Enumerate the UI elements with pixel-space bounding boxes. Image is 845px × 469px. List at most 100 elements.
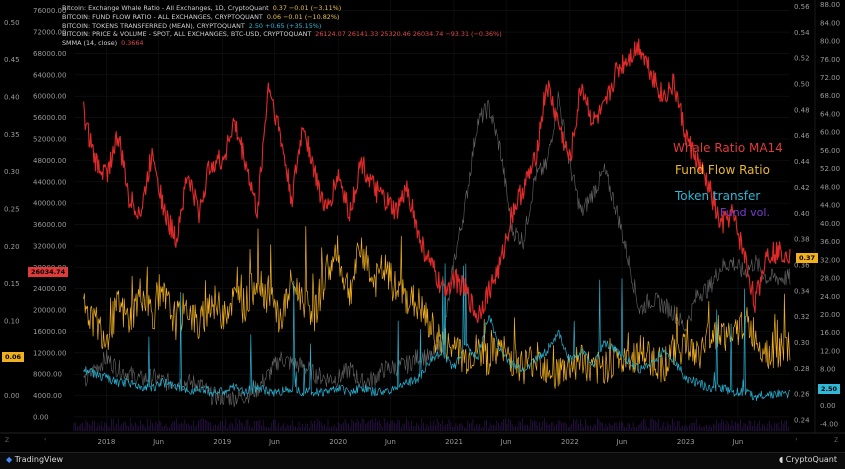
whale-tick-label: 0.44 (794, 158, 810, 166)
ffr-tick-label: 0.30 (4, 168, 20, 176)
token-tick-label: 80.00 (820, 38, 840, 46)
cryptoquant-label: CryptoQuant (785, 455, 837, 464)
token-tick-label: 16.00 (820, 329, 840, 337)
footer-bar: ◆ TradingView ◖ CryptoQuant (0, 452, 845, 469)
scroll-right-button[interactable]: › (795, 436, 797, 443)
legend-label: Bitcoin: Exchange Whale Ratio - All Exch… (62, 4, 269, 12)
x-tick-label: Jun (152, 438, 164, 446)
cryptoquant-logo[interactable]: ◖ CryptoQuant (779, 455, 837, 464)
price-tick-label: 24000.00 (33, 285, 66, 293)
x-tick-label: Jun (268, 438, 280, 446)
token-tick-label: 24.00 (820, 293, 840, 301)
price-tick-label: 48000.00 (33, 157, 66, 165)
legend-label: SMMA (14, close) (62, 39, 118, 48)
price-tick-label: 0.00 (33, 413, 49, 421)
token-tick-label: 20.00 (820, 311, 840, 319)
left-corner-button[interactable]: Z (5, 437, 9, 444)
price-tick-label: 40000.00 (33, 200, 66, 208)
annotation-whale-ratio: Whale Ratio MA14 (673, 141, 783, 155)
legend-entry: BITCOIN: FUND FLOW RATIO - ALL EXCHANGES… (62, 13, 339, 22)
ffr-badge: 0.06 (2, 352, 25, 362)
tradingview-label: TradingView (14, 455, 64, 464)
legend-entry: BITCOIN: TOKENS TRANSFERRED (MEAN), CRYP… (62, 22, 321, 31)
x-tick-label: 2023 (677, 438, 695, 446)
whale-tick-label: 0.52 (794, 55, 810, 63)
x-tick-label: 2019 (213, 438, 231, 446)
x-tick-label: Jun (616, 438, 628, 446)
tradingview-icon: ◆ (6, 455, 13, 464)
token-tick-label: 8.00 (820, 366, 836, 374)
legend-values: 0.37 −0.01 (−3.11%) (272, 4, 342, 12)
token-tick-label: 88.00 (820, 1, 840, 9)
x-tick-label: Jun (384, 438, 396, 446)
ffr-tick-label: 0.15 (4, 280, 20, 288)
ffr-tick-label: 0.45 (4, 56, 20, 64)
token-badge: 2.50 (818, 384, 841, 394)
token-tick-label: 84.00 (820, 19, 840, 27)
x-tick-label: 2018 (98, 438, 116, 446)
price-tick-label: 12000.00 (33, 349, 66, 357)
price-tick-label: 8000.00 (33, 371, 62, 379)
token-tick-label: -4.00 (820, 420, 838, 428)
legend-entry: Bitcoin: Exchange Whale Ratio - All Exch… (62, 4, 341, 13)
token-tick-label: 72.00 (820, 74, 840, 82)
price-tick-label: 36000.00 (33, 221, 66, 229)
legend-label: BITCOIN: FUND FLOW RATIO - ALL EXCHANGES… (62, 12, 263, 21)
legend-label: BITCOIN: TOKENS TRANSFERRED (MEAN), CRYP… (62, 21, 245, 30)
token-tick-label: 12.00 (820, 347, 840, 355)
token-tick-label: 44.00 (820, 202, 840, 210)
x-tick-label: 2020 (329, 438, 347, 446)
token-tick-label: 76.00 (820, 56, 840, 64)
whale-tick-label: 0.28 (794, 365, 810, 373)
price-tick-label: 20000.00 (33, 307, 66, 315)
token-tick-label: 40.00 (820, 220, 840, 228)
token-tick-label: 60.00 (820, 129, 840, 137)
price-tick-label: 60000.00 (33, 93, 66, 101)
legend-values: 0.3664 (121, 39, 144, 48)
token-tick-label: 48.00 (820, 183, 840, 191)
price-tick-label: 52000.00 (33, 135, 66, 143)
price-tick-label: 64000.00 (33, 71, 66, 79)
whale-tick-label: 0.40 (794, 210, 810, 218)
price-tick-label: 44000.00 (33, 178, 66, 186)
right-corner-button[interactable]: Z (834, 437, 838, 444)
x-tick-label: Jun (500, 438, 512, 446)
price-badge: 26034.74 (28, 267, 69, 277)
whale-tick-label: 0.46 (794, 132, 810, 140)
ffr-tick-label: 0.35 (4, 131, 20, 139)
x-tick-label: Jun (731, 438, 743, 446)
ffr-tick-label: 0.40 (4, 94, 20, 102)
annotation-fund-flow-ratio: Fund Flow Ratio (675, 163, 770, 177)
x-tick-label: 2021 (445, 438, 463, 446)
token-tick-label: 52.00 (820, 165, 840, 173)
whale-tick-label: 0.32 (794, 313, 810, 321)
ffr-tick-label: 0.20 (4, 243, 20, 251)
whale-tick-label: 0.34 (794, 287, 810, 295)
whale-tick-label: 0.26 (794, 391, 810, 399)
token-tick-label: 56.00 (820, 147, 840, 155)
whale-tick-label: 0.54 (794, 29, 810, 37)
whale-badge: 0.37 (796, 253, 819, 263)
price-tick-label: 68000.00 (33, 50, 66, 58)
chart-svg: 76000.0072000.0068000.0064000.0060000.00… (0, 0, 845, 469)
ffr-tick-label: 0.50 (4, 19, 20, 27)
token-tick-label: 68.00 (820, 92, 840, 100)
price-tick-label: 16000.00 (33, 328, 66, 336)
whale-tick-label: 0.50 (794, 81, 810, 89)
ffr-tick-label: 0.00 (4, 392, 20, 400)
tradingview-logo[interactable]: ◆ TradingView (6, 455, 63, 464)
whale-tick-label: 0.38 (794, 236, 810, 244)
legend-values: 26124.07 26141.33 25320.46 26034.74 −93.… (315, 30, 502, 39)
price-tick-label: 4000.00 (33, 392, 62, 400)
legend-values: 0.06 −0.01 (−10.82%) (266, 12, 340, 21)
token-tick-label: 64.00 (820, 110, 840, 118)
legend-entry: SMMA (14, close) 0.3664 (62, 39, 144, 48)
whale-tick-label: 0.30 (794, 339, 810, 347)
legend-label: BITCOIN: PRICE & VOLUME - SPOT, ALL EXCH… (62, 30, 312, 39)
whale-tick-label: 0.42 (794, 184, 810, 192)
annotation-token-transfer: Token transfer (675, 189, 761, 203)
whale-tick-label: 0.48 (794, 106, 810, 114)
scroll-left-button[interactable]: ‹ (44, 436, 46, 443)
token-tick-label: 28.00 (820, 275, 840, 283)
token-tick-label: 32.00 (820, 256, 840, 264)
